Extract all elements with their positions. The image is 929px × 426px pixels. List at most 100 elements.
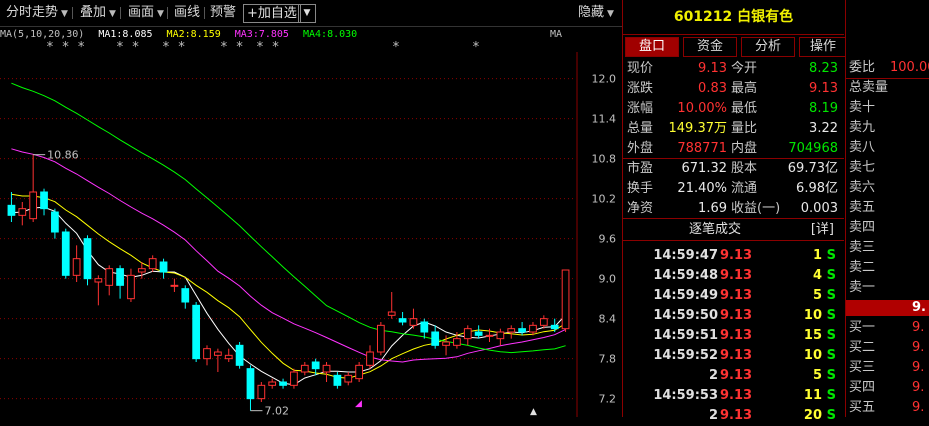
candle-body-up[interactable] bbox=[366, 351, 374, 366]
toolbar-divider bbox=[167, 7, 168, 19]
candle-body-up[interactable] bbox=[463, 328, 472, 340]
sell-level-row[interactable]: 卖三 bbox=[846, 238, 929, 258]
tab-handicap[interactable]: 盘口 bbox=[625, 37, 679, 57]
candle-body-up[interactable] bbox=[344, 374, 353, 383]
sell-level-row[interactable]: 卖四 bbox=[846, 218, 929, 238]
candle-body-up[interactable] bbox=[485, 334, 494, 337]
tab-analysis[interactable]: 分析 bbox=[741, 37, 795, 57]
candle-body-up[interactable] bbox=[387, 311, 396, 316]
candle-body-up[interactable] bbox=[170, 284, 179, 287]
ticks-detail-link[interactable]: [详] bbox=[811, 220, 834, 240]
candle-body-up[interactable] bbox=[137, 268, 146, 273]
candle-body-up[interactable] bbox=[105, 268, 114, 286]
candle-body-down[interactable] bbox=[518, 328, 526, 333]
quote-row: 现价 9.13 今开 8.23 bbox=[623, 59, 844, 79]
buy-level-row[interactable]: 买三 9. bbox=[846, 358, 929, 378]
candle-body-up[interactable] bbox=[18, 208, 27, 216]
candle-body-up[interactable] bbox=[29, 191, 38, 220]
candle-body-down[interactable] bbox=[235, 344, 244, 366]
candle-body-up[interactable] bbox=[268, 381, 277, 386]
candle-body-up[interactable] bbox=[148, 258, 157, 270]
candle-body-down[interactable] bbox=[279, 381, 287, 386]
tick-time: 14:59:50 bbox=[653, 308, 718, 323]
candle-body-up[interactable] bbox=[453, 338, 461, 346]
add-watchlist-dropdown[interactable]: ▼ bbox=[298, 4, 316, 23]
candle-body-up[interactable] bbox=[376, 324, 385, 353]
quote-value: 6.98亿 bbox=[796, 181, 838, 196]
tab-funds[interactable]: 资金 bbox=[683, 37, 737, 57]
sell-level-row[interactable]: 卖二 bbox=[846, 258, 929, 278]
candle-body-down[interactable] bbox=[550, 324, 559, 330]
toolbar-screen-menu[interactable]: 画面 ▼ bbox=[128, 4, 164, 22]
candle-body-down[interactable] bbox=[431, 331, 440, 346]
buy-level-row[interactable]: 买四 9. bbox=[846, 378, 929, 398]
toolbar-overlay-menu[interactable]: 叠加 ▼ bbox=[80, 4, 116, 22]
sell-level-label: 卖四 bbox=[849, 220, 876, 235]
buy-level-row[interactable]: 买二 9. bbox=[846, 338, 929, 358]
candle-body-up[interactable] bbox=[322, 364, 331, 373]
sell-level-row[interactable]: 卖六 bbox=[846, 178, 929, 198]
buy-level-label: 买一 bbox=[849, 320, 876, 335]
candle-body-up[interactable] bbox=[539, 318, 548, 326]
sell-level-row[interactable]: 卖八 bbox=[846, 138, 929, 158]
candle-body-up[interactable] bbox=[127, 274, 135, 300]
candle-body-down[interactable] bbox=[192, 304, 201, 360]
candle-body-down[interactable] bbox=[83, 238, 92, 280]
current-price-value: 9. bbox=[912, 300, 926, 315]
sell-level-row[interactable]: 卖九 bbox=[846, 118, 929, 138]
candle-body-up[interactable] bbox=[496, 331, 505, 340]
candle-body-up[interactable] bbox=[94, 278, 103, 283]
candle-body-down[interactable] bbox=[116, 268, 124, 286]
sell-level-row[interactable]: 卖五 bbox=[846, 198, 929, 218]
candle-body-up[interactable] bbox=[224, 354, 233, 360]
candle-body-up[interactable] bbox=[529, 324, 537, 333]
candle-body-up[interactable] bbox=[214, 351, 222, 356]
buy-level-price: 9. bbox=[912, 320, 925, 335]
candle-body-down[interactable] bbox=[474, 331, 483, 336]
candle-body-up[interactable] bbox=[72, 258, 81, 276]
candle-body-up[interactable] bbox=[442, 341, 450, 346]
candle-body-up[interactable] bbox=[203, 348, 211, 360]
quote-label: 最低 bbox=[731, 101, 758, 116]
toolbar-intraday-menu[interactable]: 分时走势 ▼ bbox=[6, 4, 68, 22]
candle-body-down[interactable] bbox=[159, 261, 168, 273]
candle-body-down[interactable] bbox=[246, 368, 255, 400]
candle-body-up[interactable] bbox=[300, 364, 309, 373]
tick-price: 9.13 bbox=[720, 328, 753, 343]
divider bbox=[623, 240, 844, 241]
add-watchlist-button[interactable]: +加自选 bbox=[243, 4, 301, 23]
sell-level-row[interactable]: 卖一 bbox=[846, 278, 929, 298]
tick-row: 2 9.13 20 S bbox=[623, 406, 844, 426]
ma1-value: MA1:8.085 bbox=[98, 29, 153, 40]
buy-level-row[interactable]: 买五 9. bbox=[846, 398, 929, 418]
sell-level-row[interactable]: 卖十 bbox=[846, 98, 929, 118]
candle-body-down[interactable] bbox=[40, 191, 48, 210]
candle-body-down[interactable] bbox=[420, 321, 429, 333]
sell-level-label: 卖三 bbox=[849, 240, 876, 255]
candle-body-up[interactable] bbox=[561, 269, 570, 330]
tick-row: 14:59:48 9.13 4 S bbox=[623, 266, 844, 286]
candle-body-down[interactable] bbox=[181, 288, 190, 303]
tab-operate[interactable]: 操作 bbox=[799, 37, 847, 57]
quote-label: 外盘 bbox=[627, 141, 654, 156]
candle-body-down[interactable] bbox=[398, 318, 407, 323]
candle-body-up[interactable] bbox=[355, 364, 363, 380]
sell-level-row[interactable]: 卖七 bbox=[846, 158, 929, 178]
tick-price: 9.13 bbox=[720, 348, 753, 363]
candlestick-chart[interactable]: 12.0 11.4 10.8 10.2 9.6 9.0 8.4 7.8 7.2 10.86 7.02… bbox=[0, 52, 622, 417]
hide-panel-button[interactable]: 隐藏 ▼ bbox=[578, 4, 614, 22]
candle-body-down[interactable] bbox=[311, 361, 320, 370]
candle-body-up[interactable] bbox=[507, 328, 516, 333]
candle-body-up[interactable] bbox=[409, 318, 418, 326]
candle-body-down[interactable] bbox=[7, 204, 16, 216]
toolbar-alert-button[interactable]: 预警 bbox=[210, 4, 236, 22]
toolbar-draw-line-button[interactable]: 画线 bbox=[174, 4, 200, 22]
candle-body-down[interactable] bbox=[333, 374, 342, 386]
candle-body-down[interactable] bbox=[51, 211, 59, 233]
candle-body-up[interactable] bbox=[290, 371, 298, 386]
candle-body-up[interactable] bbox=[257, 384, 266, 400]
candle-body-down[interactable] bbox=[61, 231, 70, 276]
buy-level-row[interactable]: 买一 9. bbox=[846, 318, 929, 338]
tick-volume: 15 bbox=[803, 328, 822, 343]
quote-value: 9.13 bbox=[698, 61, 727, 76]
